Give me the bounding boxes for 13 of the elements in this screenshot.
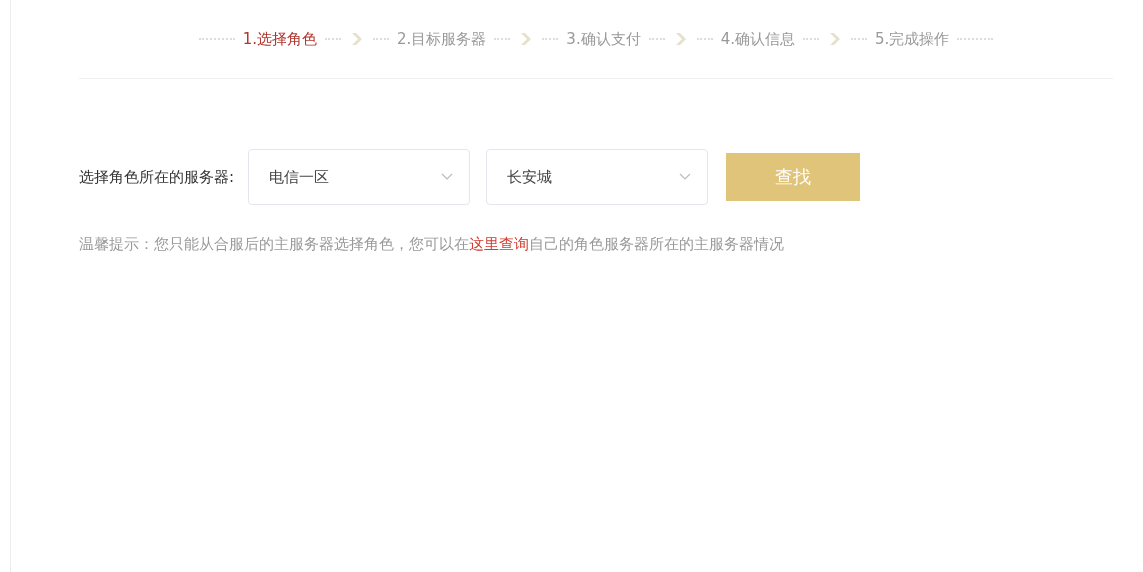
caret-icon	[441, 173, 454, 181]
step-tab[interactable]: 5.完成操作	[874, 29, 950, 49]
step-tab[interactable]: 1.选择角色	[242, 29, 318, 49]
step-tab[interactable]: 2.目标服务器	[397, 29, 487, 49]
step-tab[interactable]: 3.确认支付	[566, 29, 641, 49]
server-dropdown[interactable]: 长安城	[486, 149, 709, 205]
server-label: 选择角色所在的服务器:	[79, 167, 235, 187]
step-tab[interactable]: 4.确认信息	[720, 29, 795, 49]
caret-icon	[679, 173, 692, 181]
server-dropdown[interactable]: 电信一区	[248, 149, 471, 205]
search-button[interactable]: 查找	[726, 153, 861, 201]
query-link[interactable]: 这里查询	[469, 235, 529, 253]
tip-text: 温馨提示：您只能从合服后的主服务器选择角色，您可以在这里查询自己的角色服务器所在的主服务器情况	[79, 235, 785, 254]
